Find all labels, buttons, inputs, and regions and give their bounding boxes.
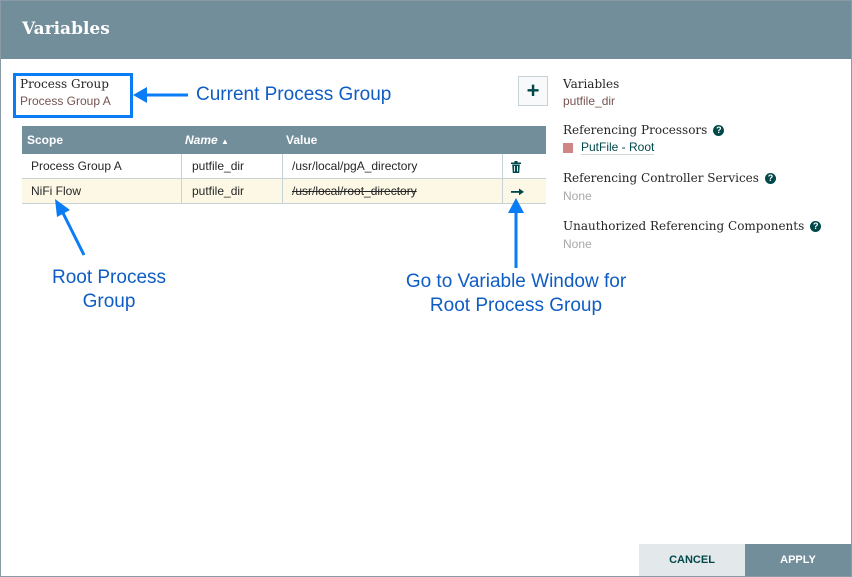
annotation-root-pg-line1: Root Process xyxy=(51,267,167,288)
annotation-current-pg: Current Process Group xyxy=(196,84,392,105)
annotation-goto-line2: Root Process Group xyxy=(429,295,603,316)
apply-button[interactable]: APPLY xyxy=(745,544,851,576)
annotation-goto-line1: Go to Variable Window for xyxy=(405,271,627,292)
arrow-to-root-pg xyxy=(55,199,86,256)
annotation-root-pg-line2: Group xyxy=(82,291,136,312)
cancel-button[interactable]: CANCEL xyxy=(639,544,745,576)
arrow-to-current-pg xyxy=(133,87,188,103)
arrow-to-goto-button xyxy=(508,198,524,268)
annotation-root-pg: Root Process Group xyxy=(30,266,188,314)
annotation-goto: Go to Variable Window for Root Process G… xyxy=(386,270,646,318)
